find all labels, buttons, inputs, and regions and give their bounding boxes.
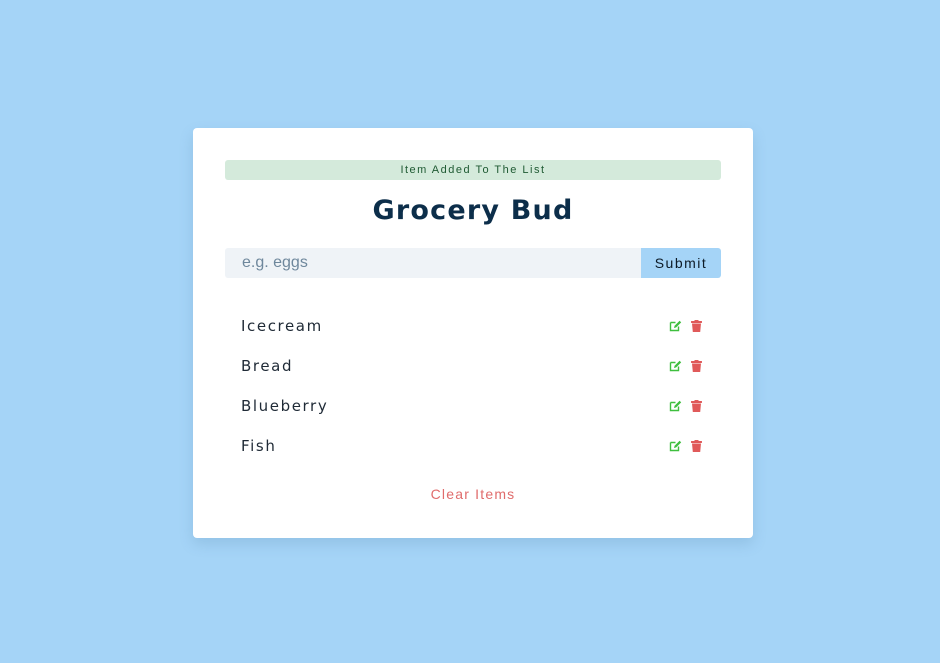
edit-icon[interactable] [669, 360, 682, 373]
clear-container: Clear Items [193, 484, 753, 504]
list-item: Bread [225, 346, 721, 386]
edit-icon[interactable] [669, 400, 682, 413]
grocery-card: Item Added To The List Grocery Bud Submi… [193, 128, 753, 538]
trash-icon[interactable] [690, 440, 703, 453]
item-title: Blueberry [241, 397, 329, 415]
item-actions [669, 360, 703, 373]
item-title: Bread [241, 357, 294, 375]
list-item: Blueberry [225, 386, 721, 426]
item-title: Icecream [241, 317, 323, 335]
grocery-input[interactable] [225, 248, 641, 278]
item-title: Fish [241, 437, 277, 455]
clear-items-button[interactable]: Clear Items [427, 484, 520, 504]
item-actions [669, 320, 703, 333]
list-item: Fish [225, 426, 721, 466]
success-alert: Item Added To The List [225, 160, 721, 180]
trash-icon[interactable] [690, 360, 703, 373]
list-item: Icecream [225, 306, 721, 346]
grocery-form: Submit [225, 248, 721, 278]
submit-button[interactable]: Submit [641, 248, 721, 278]
item-actions [669, 440, 703, 453]
item-actions [669, 400, 703, 413]
edit-icon[interactable] [669, 440, 682, 453]
grocery-list: Icecream Bread Blueberry Fish [225, 306, 721, 466]
trash-icon[interactable] [690, 320, 703, 333]
trash-icon[interactable] [690, 400, 703, 413]
edit-icon[interactable] [669, 320, 682, 333]
page-title: Grocery Bud [372, 195, 574, 226]
